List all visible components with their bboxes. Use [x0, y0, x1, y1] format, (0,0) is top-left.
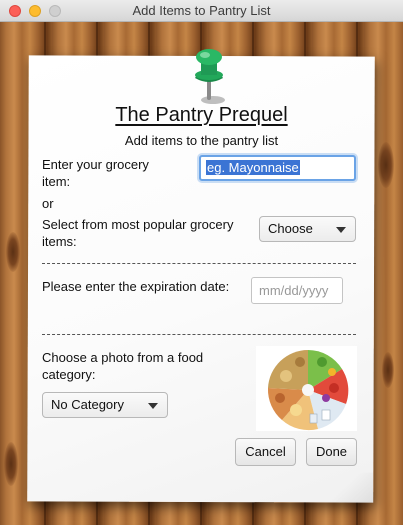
page-title: The Pantry Prequel — [115, 104, 288, 126]
popular-items-select[interactable]: Choose — [259, 216, 356, 242]
popular-items-label: Select from most popular grocery items: — [42, 217, 234, 249]
food-category-select-value: No Category — [51, 397, 124, 412]
grocery-item-input-text: eg. Mayonnaise — [206, 160, 300, 175]
or-label: or — [42, 196, 54, 211]
push-pin-icon — [195, 49, 225, 104]
done-button[interactable]: Done — [306, 438, 357, 466]
page-subtitle: Add items to the pantry list — [124, 133, 279, 148]
cancel-button[interactable]: Cancel — [235, 438, 296, 466]
chevron-down-icon — [148, 403, 158, 409]
grocery-item-label: Enter your grocery item: — [42, 157, 149, 189]
divider — [42, 334, 356, 335]
photo-category-label: Choose a photo from a food category: — [42, 350, 204, 382]
app-window: Add Items to Pantry List The Pantry Preq… — [0, 0, 403, 525]
popular-items-select-value: Choose — [268, 221, 313, 236]
divider — [42, 263, 356, 264]
title-bar: Add Items to Pantry List — [0, 0, 403, 22]
window-title: Add Items to Pantry List — [132, 3, 271, 18]
chevron-down-icon — [336, 227, 346, 233]
expiration-date-label: Please enter the expiration date: — [42, 279, 230, 294]
expiration-date-placeholder: mm/dd/yyyy — [259, 283, 329, 298]
expiration-date-input[interactable]: mm/dd/yyyy — [251, 277, 343, 304]
food-category-image[interactable] — [256, 346, 357, 431]
food-category-select[interactable]: No Category — [42, 392, 168, 418]
grocery-item-input[interactable]: eg. Mayonnaise — [199, 155, 356, 181]
